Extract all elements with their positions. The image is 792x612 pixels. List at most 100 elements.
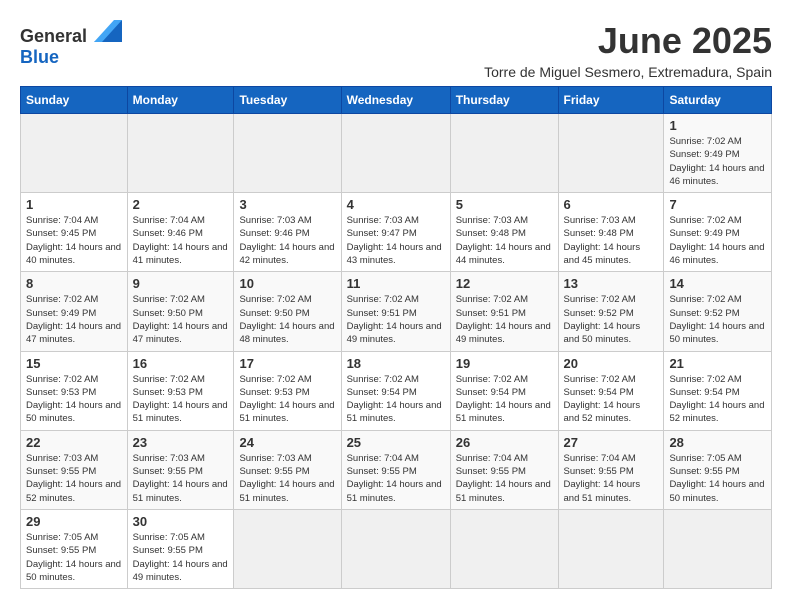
sunrise-text: Sunrise: 7:03 AM: [239, 452, 335, 465]
calendar-cell: 23Sunrise: 7:03 AMSunset: 9:55 PMDayligh…: [127, 430, 234, 509]
calendar-cell: [341, 509, 450, 588]
sunrise-text: Sunrise: 7:02 AM: [669, 214, 766, 227]
logo-general: General: [20, 26, 87, 46]
daylight-text: Daylight: 14 hours and 47 minutes.: [26, 320, 122, 347]
day-header-saturday: Saturday: [664, 87, 772, 114]
calendar-cell: [558, 509, 664, 588]
sunset-text: Sunset: 9:55 PM: [26, 465, 122, 478]
page-header: General Blue June 2025 Torre de Miguel S…: [20, 20, 772, 80]
title-area: June 2025 Torre de Miguel Sesmero, Extre…: [484, 20, 772, 80]
calendar-week-6: 29Sunrise: 7:05 AMSunset: 9:55 PMDayligh…: [21, 509, 772, 588]
day-number: 17: [239, 356, 335, 371]
calendar-cell: 10Sunrise: 7:02 AMSunset: 9:50 PMDayligh…: [234, 272, 341, 351]
day-header-monday: Monday: [127, 87, 234, 114]
calendar-cell: 11Sunrise: 7:02 AMSunset: 9:51 PMDayligh…: [341, 272, 450, 351]
day-number: 6: [564, 197, 659, 212]
sunset-text: Sunset: 9:53 PM: [133, 386, 229, 399]
sunset-text: Sunset: 9:52 PM: [564, 307, 659, 320]
daylight-text: Daylight: 14 hours and 49 minutes.: [133, 558, 229, 585]
day-number: 18: [347, 356, 445, 371]
day-number: 1: [669, 118, 766, 133]
calendar-cell: 13Sunrise: 7:02 AMSunset: 9:52 PMDayligh…: [558, 272, 664, 351]
sunset-text: Sunset: 9:45 PM: [26, 227, 122, 240]
month-title: June 2025: [484, 20, 772, 62]
day-number: 9: [133, 276, 229, 291]
calendar-cell: [450, 509, 558, 588]
day-number: 28: [669, 435, 766, 450]
sunset-text: Sunset: 9:46 PM: [239, 227, 335, 240]
calendar-week-5: 22Sunrise: 7:03 AMSunset: 9:55 PMDayligh…: [21, 430, 772, 509]
sunrise-text: Sunrise: 7:04 AM: [564, 452, 659, 465]
sunset-text: Sunset: 9:55 PM: [133, 544, 229, 557]
daylight-text: Daylight: 14 hours and 45 minutes.: [564, 241, 659, 268]
day-number: 15: [26, 356, 122, 371]
daylight-text: Daylight: 14 hours and 50 minutes.: [26, 558, 122, 585]
sunset-text: Sunset: 9:48 PM: [456, 227, 553, 240]
sunrise-text: Sunrise: 7:03 AM: [239, 214, 335, 227]
sunrise-text: Sunrise: 7:02 AM: [669, 293, 766, 306]
day-number: 10: [239, 276, 335, 291]
sunset-text: Sunset: 9:46 PM: [133, 227, 229, 240]
day-number: 24: [239, 435, 335, 450]
daylight-text: Daylight: 14 hours and 52 minutes.: [26, 478, 122, 505]
daylight-text: Daylight: 14 hours and 51 minutes.: [347, 478, 445, 505]
calendar-week-2: 1Sunrise: 7:04 AMSunset: 9:45 PMDaylight…: [21, 193, 772, 272]
sunset-text: Sunset: 9:54 PM: [669, 386, 766, 399]
calendar-cell: 30Sunrise: 7:05 AMSunset: 9:55 PMDayligh…: [127, 509, 234, 588]
calendar-cell: 26Sunrise: 7:04 AMSunset: 9:55 PMDayligh…: [450, 430, 558, 509]
sunrise-text: Sunrise: 7:02 AM: [456, 373, 553, 386]
sunset-text: Sunset: 9:55 PM: [669, 465, 766, 478]
daylight-text: Daylight: 14 hours and 50 minutes.: [669, 320, 766, 347]
calendar-cell: [127, 114, 234, 193]
location-title: Torre de Miguel Sesmero, Extremadura, Sp…: [484, 64, 772, 80]
sunrise-text: Sunrise: 7:02 AM: [347, 293, 445, 306]
day-number: 22: [26, 435, 122, 450]
sunrise-text: Sunrise: 7:04 AM: [133, 214, 229, 227]
sunset-text: Sunset: 9:54 PM: [347, 386, 445, 399]
sunrise-text: Sunrise: 7:05 AM: [669, 452, 766, 465]
sunrise-text: Sunrise: 7:04 AM: [26, 214, 122, 227]
day-number: 11: [347, 276, 445, 291]
calendar-cell: 1Sunrise: 7:04 AMSunset: 9:45 PMDaylight…: [21, 193, 128, 272]
daylight-text: Daylight: 14 hours and 40 minutes.: [26, 241, 122, 268]
calendar-week-1: 1Sunrise: 7:02 AMSunset: 9:49 PMDaylight…: [21, 114, 772, 193]
daylight-text: Daylight: 14 hours and 43 minutes.: [347, 241, 445, 268]
calendar-cell: 4Sunrise: 7:03 AMSunset: 9:47 PMDaylight…: [341, 193, 450, 272]
calendar-cell: 25Sunrise: 7:04 AMSunset: 9:55 PMDayligh…: [341, 430, 450, 509]
sunrise-text: Sunrise: 7:02 AM: [347, 373, 445, 386]
daylight-text: Daylight: 14 hours and 52 minutes.: [564, 399, 659, 426]
day-number: 8: [26, 276, 122, 291]
sunrise-text: Sunrise: 7:02 AM: [564, 373, 659, 386]
calendar-cell: 24Sunrise: 7:03 AMSunset: 9:55 PMDayligh…: [234, 430, 341, 509]
sunset-text: Sunset: 9:55 PM: [456, 465, 553, 478]
daylight-text: Daylight: 14 hours and 46 minutes.: [669, 241, 766, 268]
day-number: 3: [239, 197, 335, 212]
sunset-text: Sunset: 9:50 PM: [133, 307, 229, 320]
daylight-text: Daylight: 14 hours and 51 minutes.: [456, 399, 553, 426]
calendar-cell: [234, 509, 341, 588]
calendar-cell: 2Sunrise: 7:04 AMSunset: 9:46 PMDaylight…: [127, 193, 234, 272]
calendar-cell: 5Sunrise: 7:03 AMSunset: 9:48 PMDaylight…: [450, 193, 558, 272]
sunset-text: Sunset: 9:50 PM: [239, 307, 335, 320]
day-number: 30: [133, 514, 229, 529]
sunset-text: Sunset: 9:53 PM: [239, 386, 335, 399]
logo-icon: [94, 20, 122, 42]
day-header-friday: Friday: [558, 87, 664, 114]
daylight-text: Daylight: 14 hours and 49 minutes.: [456, 320, 553, 347]
day-header-thursday: Thursday: [450, 87, 558, 114]
calendar-cell: 12Sunrise: 7:02 AMSunset: 9:51 PMDayligh…: [450, 272, 558, 351]
day-number: 13: [564, 276, 659, 291]
sunrise-text: Sunrise: 7:02 AM: [239, 293, 335, 306]
calendar-cell: 21Sunrise: 7:02 AMSunset: 9:54 PMDayligh…: [664, 351, 772, 430]
sunrise-text: Sunrise: 7:02 AM: [133, 373, 229, 386]
day-number: 29: [26, 514, 122, 529]
calendar-cell: 16Sunrise: 7:02 AMSunset: 9:53 PMDayligh…: [127, 351, 234, 430]
calendar-cell: 7Sunrise: 7:02 AMSunset: 9:49 PMDaylight…: [664, 193, 772, 272]
sunset-text: Sunset: 9:54 PM: [456, 386, 553, 399]
calendar-cell: 3Sunrise: 7:03 AMSunset: 9:46 PMDaylight…: [234, 193, 341, 272]
sunrise-text: Sunrise: 7:03 AM: [456, 214, 553, 227]
sunrise-text: Sunrise: 7:03 AM: [564, 214, 659, 227]
calendar-cell: [21, 114, 128, 193]
sunset-text: Sunset: 9:55 PM: [133, 465, 229, 478]
calendar-cell: [341, 114, 450, 193]
